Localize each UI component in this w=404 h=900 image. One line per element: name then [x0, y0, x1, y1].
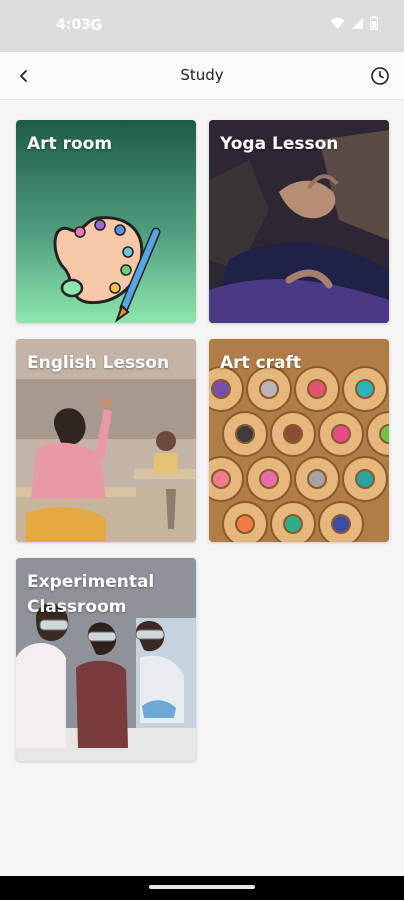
card-title: Yoga Lesson: [220, 134, 339, 154]
card-art-room[interactable]: Art room: [16, 120, 196, 323]
card-title: Art craft: [220, 353, 302, 373]
system-nav-bar: [0, 876, 404, 900]
google-icon: G: [90, 16, 103, 34]
card-title: Art room: [27, 134, 113, 154]
card-english-lesson[interactable]: English Lesson: [16, 339, 196, 542]
card-yoga-lesson[interactable]: Yoga Lesson: [209, 120, 389, 323]
page-title: Study: [180, 66, 224, 84]
card-art-craft[interactable]: Art craft: [209, 339, 389, 542]
status-icons: [330, 16, 378, 30]
app-bar: Study: [0, 52, 404, 100]
card-title: English Lesson: [27, 353, 170, 373]
card-experimental-classroom[interactable]: Experimental Classroom: [16, 558, 196, 761]
wifi-icon: [330, 17, 345, 29]
status-time: 4:03: [56, 17, 91, 33]
history-button[interactable]: [368, 64, 392, 88]
home-gesture-handle[interactable]: [149, 885, 255, 889]
status-bar: 4:03 G: [0, 0, 404, 52]
clock-icon: [371, 67, 389, 85]
battery-icon: [370, 16, 378, 30]
card-title: Experimental Classroom: [27, 572, 155, 617]
signal-icon: [352, 17, 363, 29]
